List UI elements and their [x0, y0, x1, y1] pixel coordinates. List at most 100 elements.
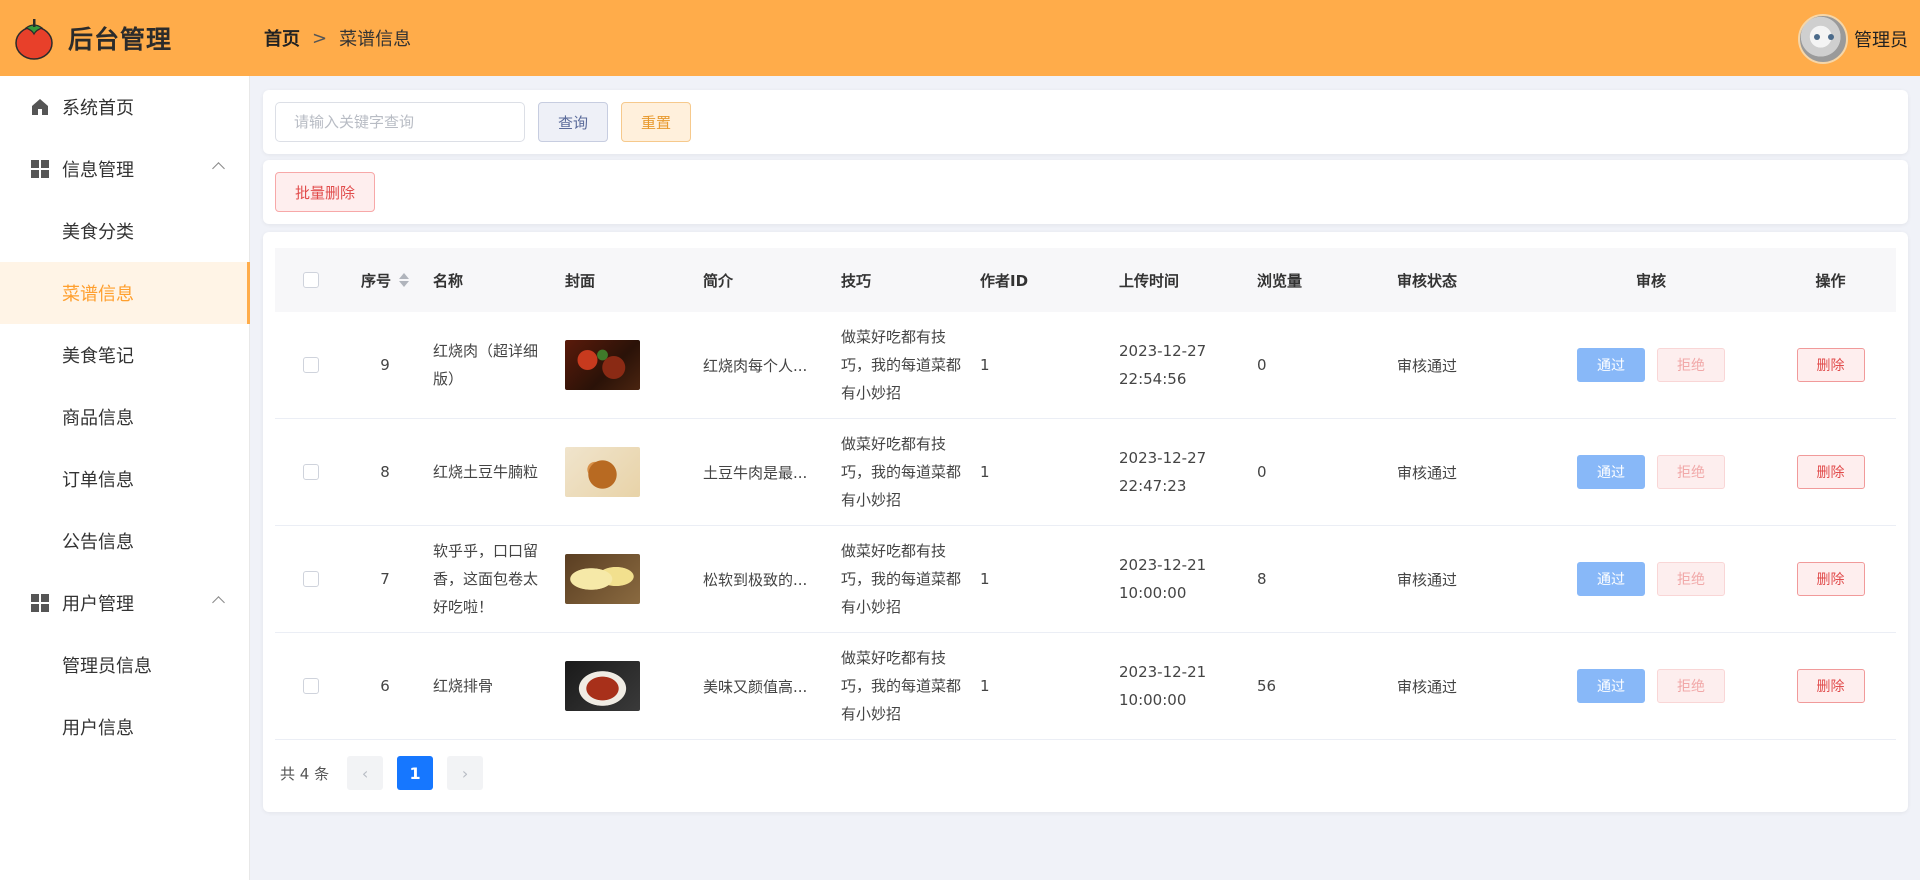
sidebar-item-label: 系统首页: [62, 98, 134, 119]
sidebar-item-recipe-info[interactable]: 菜谱信息: [0, 262, 250, 324]
page-number[interactable]: 1: [397, 756, 434, 790]
sidebar-item-label: 订单信息: [62, 470, 134, 491]
breadcrumb: 首页 > 菜谱信息: [264, 25, 411, 51]
sidebar-item-admin-info[interactable]: 管理员信息: [0, 634, 249, 696]
approve-button[interactable]: 通过: [1577, 562, 1645, 596]
row-intro: 红烧肉每个人...: [703, 356, 808, 375]
reject-button[interactable]: 拒绝: [1657, 562, 1725, 596]
reject-button[interactable]: 拒绝: [1657, 348, 1725, 382]
row-views: 8: [1257, 570, 1267, 588]
potato-beef-image[interactable]: [565, 447, 640, 497]
avatar[interactable]: [1798, 14, 1848, 64]
delete-button[interactable]: 删除: [1796, 669, 1865, 703]
column-header-author: 作者ID: [980, 271, 1029, 290]
approve-button[interactable]: 通过: [1577, 348, 1645, 382]
table-header: 序号 名称 封面 简介 技巧 作者ID 上传时间 浏览量 审核状态 审核 操作: [275, 248, 1896, 312]
app-title: 后台管理: [68, 25, 173, 54]
query-button[interactable]: 查询: [538, 102, 608, 142]
row-name: 红烧肉（超详细版）: [433, 342, 539, 388]
row-checkbox[interactable]: [303, 571, 319, 587]
sidebar-item-products[interactable]: 商品信息: [0, 386, 249, 448]
column-header-label: 序号: [360, 271, 391, 290]
reject-button[interactable]: 拒绝: [1657, 669, 1725, 703]
row-index: 7: [380, 570, 390, 588]
bread-roll-image[interactable]: [565, 554, 640, 604]
grid-icon: [30, 159, 50, 179]
sidebar-item-notices[interactable]: 公告信息: [0, 510, 249, 572]
prev-page-icon[interactable]: ‹: [347, 756, 384, 790]
row-name: 软乎乎，口口留香，这面包卷太好吃啦！: [433, 542, 539, 616]
sidebar-item-orders[interactable]: 订单信息: [0, 448, 249, 510]
approve-button[interactable]: 通过: [1577, 669, 1645, 703]
home-icon: [32, 99, 48, 115]
next-page-icon[interactable]: ›: [447, 756, 484, 790]
delete-button[interactable]: 删除: [1796, 455, 1865, 489]
reject-button[interactable]: 拒绝: [1657, 455, 1725, 489]
user-name[interactable]: 管理员: [1854, 26, 1908, 52]
delete-button[interactable]: 删除: [1796, 562, 1865, 596]
bulk-delete-button[interactable]: 批量删除: [275, 172, 375, 212]
row-intro: 土豆牛肉是最...: [703, 463, 808, 482]
sidebar-group-info[interactable]: 信息管理: [0, 138, 249, 200]
row-checkbox[interactable]: [303, 464, 319, 480]
breadcrumb-current: 菜谱信息: [339, 29, 412, 50]
row-intro: 松软到极致的...: [703, 570, 808, 589]
row-tips: 做菜好吃都有技巧，我的每道菜都有小妙招: [841, 435, 962, 509]
sidebar-item-food-notes[interactable]: 美食笔记: [0, 324, 249, 386]
column-header-status: 审核状态: [1397, 271, 1458, 290]
braised-ribs-image[interactable]: [565, 661, 640, 711]
delete-button[interactable]: 删除: [1796, 348, 1865, 382]
breadcrumb-home[interactable]: 首页: [264, 25, 300, 51]
chevron-up-icon: [212, 596, 225, 609]
sidebar-item-home[interactable]: 系统首页: [0, 76, 249, 138]
sidebar-item-food-category[interactable]: 美食分类: [0, 200, 249, 262]
sidebar-group-label: 信息管理: [62, 160, 134, 181]
row-upload-time: 2023-12-21 10:00:00: [1119, 556, 1207, 602]
row-review-status: 审核通过: [1397, 570, 1458, 589]
row-checkbox[interactable]: [303, 678, 319, 694]
search-input[interactable]: [275, 102, 525, 142]
red-braised-pork-image[interactable]: [565, 340, 640, 390]
top-header: 后台管理 首页 > 菜谱信息 管理员: [0, 0, 1920, 76]
approve-button[interactable]: 通过: [1577, 455, 1645, 489]
tomato-logo-icon: [15, 19, 53, 60]
table-row: 6 红烧排骨 美味又颜值高... 做菜好吃都有技巧，我的每道菜都有小妙招 1 2…: [275, 633, 1896, 740]
row-upload-time: 2023-12-21 10:00:00: [1119, 663, 1207, 709]
chevron-up-icon: [212, 162, 225, 175]
row-views: 56: [1257, 677, 1277, 695]
breadcrumb-separator-icon: >: [312, 27, 328, 49]
sidebar-item-label: 管理员信息: [62, 656, 152, 677]
row-tips: 做菜好吃都有技巧，我的每道菜都有小妙招: [841, 649, 962, 723]
bulk-action-panel: 批量删除: [263, 160, 1908, 224]
sidebar-item-label: 菜谱信息: [62, 284, 134, 305]
column-header-name: 名称: [433, 271, 464, 290]
sidebar-item-label: 商品信息: [62, 408, 134, 429]
row-index: 6: [380, 677, 390, 695]
row-author-id: 1: [980, 356, 990, 374]
column-header-time: 上传时间: [1119, 271, 1180, 290]
column-header-review: 审核: [1635, 271, 1666, 290]
row-upload-time: 2023-12-27 22:54:56: [1119, 342, 1207, 388]
grid-icon: [30, 593, 50, 613]
sidebar-group-user[interactable]: 用户管理: [0, 572, 249, 634]
sidebar-item-label: 美食分类: [62, 222, 134, 243]
column-header-cover: 封面: [565, 271, 596, 290]
row-intro: 美味又颜值高...: [703, 677, 808, 696]
table-row: 9 红烧肉（超详细版） 红烧肉每个人... 做菜好吃都有技巧，我的每道菜都有小妙…: [275, 312, 1896, 419]
table-row: 8 红烧土豆牛腩粒 土豆牛肉是最... 做菜好吃都有技巧，我的每道菜都有小妙招 …: [275, 419, 1896, 526]
row-checkbox[interactable]: [303, 357, 319, 373]
reset-button[interactable]: 重置: [621, 102, 691, 142]
select-all-checkbox[interactable]: [303, 272, 319, 288]
sidebar-item-user-info[interactable]: 用户信息: [0, 696, 249, 758]
column-header-tips: 技巧: [841, 271, 872, 290]
column-header-index[interactable]: 序号: [347, 270, 423, 291]
user-menu[interactable]: 管理员: [1798, 14, 1908, 64]
table-row: 7 软乎乎，口口留香，这面包卷太好吃啦！ 松软到极致的... 做菜好吃都有技巧，…: [275, 526, 1896, 633]
column-header-operation: 操作: [1815, 271, 1846, 290]
sort-icon[interactable]: [399, 273, 409, 287]
row-author-id: 1: [980, 677, 990, 695]
row-author-id: 1: [980, 463, 990, 481]
column-header-intro: 简介: [703, 271, 734, 290]
row-views: 0: [1257, 463, 1267, 481]
row-tips: 做菜好吃都有技巧，我的每道菜都有小妙招: [841, 542, 962, 616]
